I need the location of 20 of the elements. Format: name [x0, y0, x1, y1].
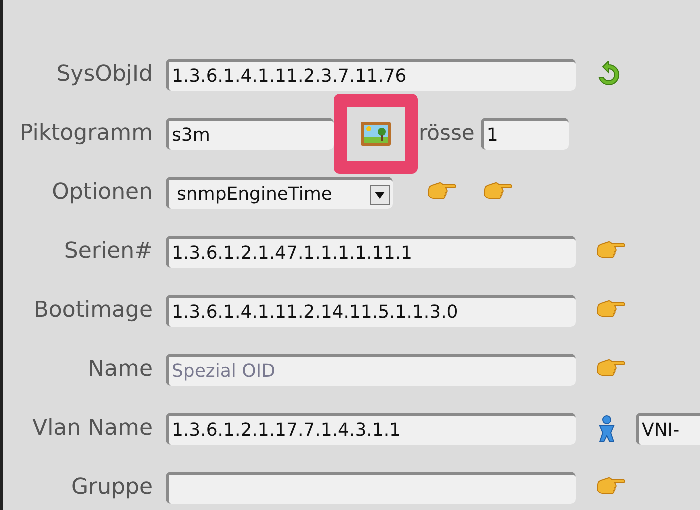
field-label: Gruppe — [70, 477, 153, 499]
text-field[interactable]: 1.3.6.1.2.1.17.7.1.4.3.1.1 — [166, 413, 576, 445]
field-label: Name — [87, 359, 153, 381]
field-label: Bootimage — [32, 300, 153, 322]
text-field[interactable]: 1.3.6.1.2.1.47.1.1.1.1.11.1 — [166, 236, 576, 268]
text-field[interactable]: VNI- — [636, 413, 700, 445]
picture-frame-icon[interactable] — [360, 121, 392, 147]
text-field[interactable] — [166, 472, 576, 504]
field-label: Vlan Name — [32, 418, 153, 440]
dropdown[interactable]: snmpEngineTime — [166, 177, 393, 209]
field-label: SysObjId — [56, 64, 153, 86]
text-field[interactable]: Spezial OID — [166, 354, 576, 386]
text-field[interactable]: 1 — [480, 118, 569, 150]
text-field[interactable]: 1.3.6.1.4.1.11.2.14.11.5.1.1.3.0 — [166, 295, 576, 327]
field-label: Serien# — [63, 241, 153, 263]
text-field[interactable]: 1.3.6.1.4.1.11.2.3.7.11.76 — [166, 59, 576, 91]
field-label: Optionen — [51, 182, 153, 204]
field-label: rösse — [419, 120, 475, 148]
text-field[interactable]: s3m — [166, 118, 334, 150]
field-label: Piktogramm — [18, 123, 153, 145]
